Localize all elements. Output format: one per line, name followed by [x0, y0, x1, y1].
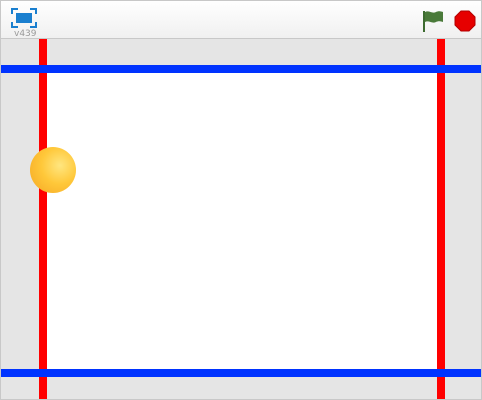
- fullscreen-icon: [11, 8, 37, 28]
- stop-icon: [454, 10, 476, 32]
- player-toolbar: v439: [1, 1, 481, 39]
- ball-sprite[interactable]: [30, 147, 76, 193]
- stage-right-margin: [445, 39, 481, 399]
- green-flag-icon: [423, 11, 443, 32]
- green-flag-button[interactable]: [421, 9, 445, 33]
- bottom-blue-line: [1, 369, 481, 377]
- right-red-line: [437, 39, 445, 399]
- fullscreen-button[interactable]: [11, 8, 37, 28]
- version-label: v439: [14, 29, 37, 39]
- left-red-line: [39, 39, 47, 399]
- stage[interactable]: [1, 39, 481, 399]
- stop-button[interactable]: [454, 10, 476, 32]
- player-frame: v439: [0, 0, 482, 400]
- top-blue-line: [1, 65, 481, 73]
- stage-left-margin: [1, 39, 39, 399]
- stage-top-margin: [1, 39, 481, 65]
